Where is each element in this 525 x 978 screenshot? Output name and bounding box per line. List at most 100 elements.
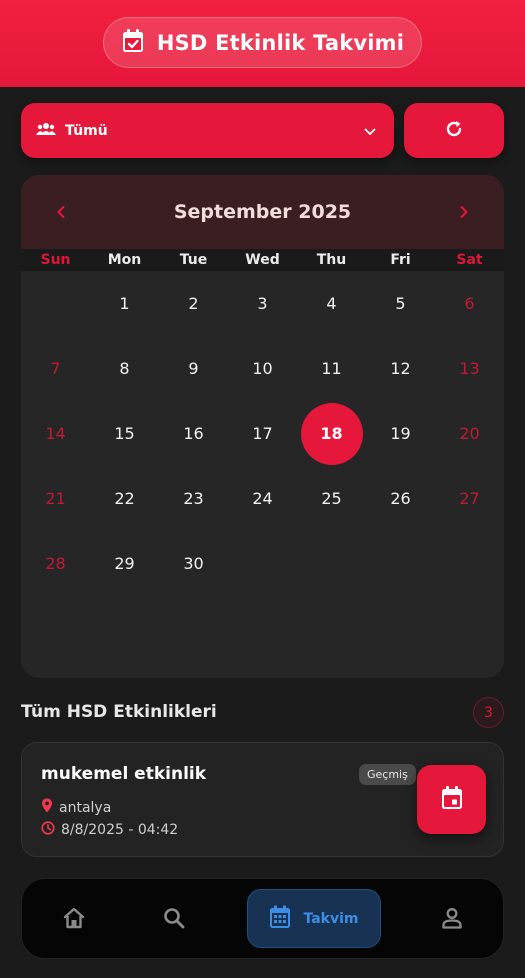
calendar-day[interactable]: 7 bbox=[21, 336, 90, 401]
add-to-calendar-button[interactable] bbox=[417, 765, 486, 834]
calendar-day-number: 19 bbox=[390, 424, 411, 443]
calendar-day[interactable]: 28 bbox=[21, 531, 90, 596]
next-month-button[interactable] bbox=[454, 200, 474, 224]
nav-home[interactable] bbox=[50, 879, 98, 960]
calendar-day[interactable]: 16 bbox=[159, 401, 228, 466]
calendar-day[interactable]: 20 bbox=[435, 401, 504, 466]
calendar-day-number: 1 bbox=[119, 294, 130, 313]
weekday-label: Thu bbox=[316, 252, 347, 268]
chevron-left-icon bbox=[57, 206, 65, 218]
calendar-day[interactable]: 4 bbox=[297, 271, 366, 336]
calendar-day-number: 9 bbox=[188, 359, 199, 378]
calendar-day[interactable]: 6 bbox=[435, 271, 504, 336]
calendar-panel: September 2025 Sun Mon Tue Wed Thu Fri Sat 123… bbox=[21, 175, 504, 678]
calendar-day-number: 16 bbox=[183, 424, 204, 443]
events-section-title: Tüm HSD Etkinlikleri bbox=[21, 702, 217, 722]
calendar-day[interactable]: 19 bbox=[366, 401, 435, 466]
weekday-label: Fri bbox=[390, 252, 411, 268]
calendar-day-number: 14 bbox=[45, 424, 66, 443]
refresh-icon bbox=[444, 119, 464, 143]
calendar-day-number: 28 bbox=[45, 554, 66, 573]
calendar-day-number: 18 bbox=[320, 424, 343, 443]
calendar-day[interactable]: 14 bbox=[21, 401, 90, 466]
calendar-day-number: 13 bbox=[459, 359, 480, 378]
weekday-label: Mon bbox=[107, 252, 142, 268]
nav-profile[interactable] bbox=[428, 879, 476, 960]
calendar-blank-cell bbox=[21, 271, 90, 336]
nav-search[interactable] bbox=[150, 879, 198, 960]
previous-month-button[interactable] bbox=[51, 200, 71, 224]
calendar-day-number: 30 bbox=[183, 554, 204, 573]
calendar-day[interactable]: 29 bbox=[90, 531, 159, 596]
calendar-days-grid: 1 2 3 4 5 6 7 8 9 10 11 12 13 14 15 16 17 18 19 20 21 22 23 24 2… bbox=[21, 271, 504, 596]
event-location-row: antalya bbox=[41, 798, 111, 817]
calendar-day[interactable]: 21 bbox=[21, 466, 90, 531]
calendar-grid-icon bbox=[269, 905, 291, 933]
calendar-day[interactable]: 11 bbox=[297, 336, 366, 401]
filter-selected-value: Tümü bbox=[65, 122, 108, 139]
calendar-day[interactable]: 10 bbox=[228, 336, 297, 401]
chevron-right-icon bbox=[460, 206, 468, 218]
bottom-navigation: Takvim bbox=[21, 878, 504, 959]
refresh-button[interactable] bbox=[404, 103, 504, 158]
event-location: antalya bbox=[59, 799, 112, 816]
calendar-day[interactable]: 22 bbox=[90, 466, 159, 531]
calendar-day-number: 5 bbox=[395, 294, 406, 313]
weekday-label: Sat bbox=[456, 252, 483, 268]
calendar-day[interactable]: 23 bbox=[159, 466, 228, 531]
group-filter-select[interactable]: Tümü bbox=[21, 103, 394, 158]
nav-calendar[interactable]: Takvim bbox=[247, 889, 381, 948]
calendar-day[interactable]: 30 bbox=[159, 531, 228, 596]
calendar-day-number: 6 bbox=[464, 294, 475, 313]
app-title-pill: HSD Etkinlik Takvimi bbox=[103, 17, 422, 68]
calendar-day-number: 29 bbox=[114, 554, 135, 573]
calendar-day[interactable]: 15 bbox=[90, 401, 159, 466]
calendar-day[interactable]: 26 bbox=[366, 466, 435, 531]
calendar-day-number: 24 bbox=[252, 489, 273, 508]
calendar-day[interactable]: 25 bbox=[297, 466, 366, 531]
app-title: HSD Etkinlik Takvimi bbox=[156, 30, 405, 55]
calendar-day-number: 27 bbox=[459, 489, 480, 508]
calendar-day-number: 12 bbox=[390, 359, 411, 378]
calendar-day[interactable]: 5 bbox=[366, 271, 435, 336]
calendar-day-number: 15 bbox=[114, 424, 135, 443]
weekday-label: Sun bbox=[40, 252, 71, 268]
calendar-day-number: 3 bbox=[257, 294, 268, 313]
calendar-header: September 2025 bbox=[21, 175, 504, 249]
calendar-day-number: 21 bbox=[45, 489, 66, 508]
calendar-day[interactable]: 8 bbox=[90, 336, 159, 401]
clock-icon bbox=[41, 821, 55, 839]
calendar-day[interactable]: 3 bbox=[228, 271, 297, 336]
calendar-day-number: 2 bbox=[188, 294, 199, 313]
calendar-day[interactable]: 24 bbox=[228, 466, 297, 531]
event-datetime-row: 8/8/2025 - 04:42 bbox=[41, 821, 178, 839]
calendar-day-number: 8 bbox=[119, 359, 130, 378]
calendar-day[interactable]: 2 bbox=[159, 271, 228, 336]
search-icon bbox=[163, 907, 185, 933]
calendar-day-number: 26 bbox=[390, 489, 411, 508]
weekday-label: Wed bbox=[245, 252, 280, 268]
calendar-day[interactable]: 9 bbox=[159, 336, 228, 401]
calendar-day[interactable]: 12 bbox=[366, 336, 435, 401]
event-card[interactable]: mukemel etkinlik Geçmiş antalya 8/8/2025… bbox=[21, 742, 504, 857]
calendar-day-today[interactable]: 18 bbox=[297, 401, 366, 466]
calendar-day-number: 25 bbox=[321, 489, 342, 508]
event-title: mukemel etkinlik bbox=[41, 764, 207, 784]
calendar-day[interactable]: 13 bbox=[435, 336, 504, 401]
chevron-down-icon bbox=[364, 121, 376, 140]
calendar-day[interactable]: 17 bbox=[228, 401, 297, 466]
calendar-day[interactable]: 1 bbox=[90, 271, 159, 336]
calendar-month-label: September 2025 bbox=[173, 201, 352, 223]
group-icon bbox=[36, 121, 56, 140]
calendar-event-icon bbox=[440, 785, 464, 815]
event-status-badge: Geçmiş bbox=[359, 764, 416, 785]
nav-calendar-label: Takvim bbox=[303, 910, 359, 927]
calendar-day-number: 23 bbox=[183, 489, 204, 508]
calendar-day-number: 4 bbox=[326, 294, 337, 313]
app-header: HSD Etkinlik Takvimi bbox=[0, 0, 525, 87]
calendar-day-number: 22 bbox=[114, 489, 135, 508]
location-pin-icon bbox=[41, 798, 53, 817]
calendar-day[interactable]: 27 bbox=[435, 466, 504, 531]
calendar-day-number: 7 bbox=[50, 359, 61, 378]
event-datetime: 8/8/2025 - 04:42 bbox=[61, 822, 179, 838]
